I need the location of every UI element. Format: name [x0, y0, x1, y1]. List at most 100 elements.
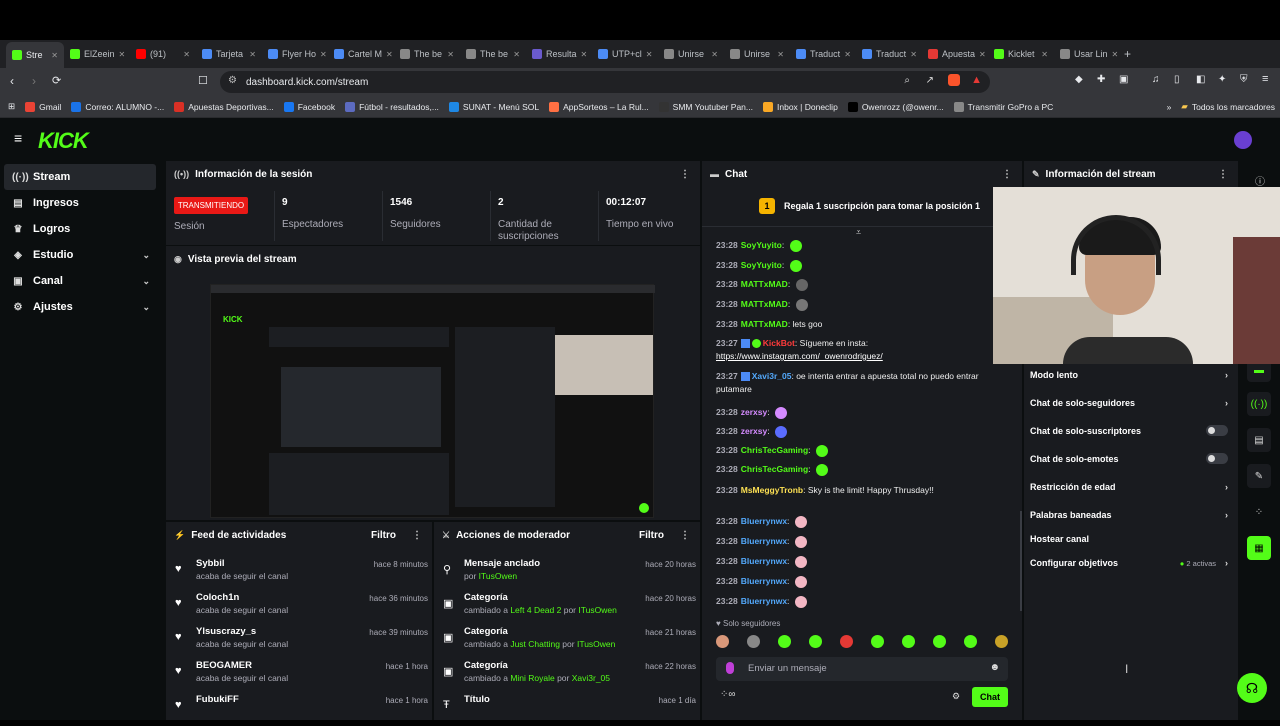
tab-close-icon[interactable]: ✕	[320, 50, 327, 59]
setting-row[interactable]: Chat de solo-emotes	[1030, 453, 1228, 464]
back-icon[interactable]: ‹	[10, 74, 14, 88]
sidebar-item-ajustes[interactable]: ⚙ Ajustes ⌄	[0, 294, 160, 320]
puzzle-icon[interactable]: ✚	[1097, 74, 1105, 85]
browser-tab[interactable]: Stre ✕	[6, 42, 64, 68]
tab-close-icon[interactable]: ✕	[51, 51, 58, 60]
tab-close-icon[interactable]: ✕	[711, 50, 718, 59]
emote-icon[interactable]	[716, 635, 729, 648]
tab-close-icon[interactable]: ✕	[447, 50, 454, 59]
emoji-icon[interactable]: ☻	[989, 662, 1000, 673]
modaction-user[interactable]: ITusOwen	[578, 605, 616, 615]
sidebar-item-ingresos[interactable]: ▤ Ingresos	[0, 190, 160, 216]
tab-close-icon[interactable]: ✕	[979, 50, 986, 59]
feed-filter-button[interactable]: Filtro	[371, 530, 396, 541]
bookmark-item[interactable]: SMM Youtuber Pan...	[654, 101, 758, 112]
chat-username[interactable]: ChrisTecGaming	[741, 464, 808, 474]
sidebar-item-logros[interactable]: ♛ Logros	[0, 216, 160, 242]
chat-username[interactable]: Bluerrynwx	[741, 536, 787, 546]
browser-tab[interactable]: Flyer Ho ✕	[262, 42, 328, 66]
chat-username[interactable]: KickBot	[763, 338, 795, 348]
mic-icon[interactable]	[726, 662, 734, 674]
apps-icon[interactable]: ⊞	[0, 101, 20, 112]
hamburger-icon[interactable]: ≡	[14, 130, 22, 146]
share-icon[interactable]: ↗	[926, 75, 934, 86]
site-info-icon[interactable]: ⚙	[228, 75, 237, 86]
tab-close-icon[interactable]: ✕	[249, 50, 256, 59]
modaction-target[interactable]: Mini Royale	[510, 673, 554, 683]
bookmark-item[interactable]: Apuestas Deportivas...	[169, 101, 279, 112]
rail-users-icon[interactable]: ⁘	[1247, 500, 1271, 524]
browser-tab[interactable]: Traduct ✕	[856, 42, 922, 66]
bookmark-item[interactable]: Owenrozz (@owenr...	[843, 101, 949, 112]
screenshot-icon[interactable]: ▣	[1119, 74, 1128, 85]
setting-row[interactable]: Chat de solo-seguidores ›	[1030, 398, 1228, 408]
new-tab-icon[interactable]: +	[1124, 47, 1131, 61]
setting-row[interactable]: Modo lento ›	[1030, 370, 1228, 380]
wallet-icon[interactable]: ◧	[1196, 74, 1205, 85]
tab-close-icon[interactable]: ✕	[1041, 50, 1048, 59]
browser-tab[interactable]: The be ✕	[394, 42, 460, 66]
url-field[interactable]: ⚙ dashboard.kick.com/stream ⌕ ↗ ▲	[220, 71, 990, 93]
browser-tab[interactable]: Apuesta ✕	[922, 42, 988, 66]
modaction-item[interactable]: Ŧ Título hace 1 día	[440, 692, 696, 726]
chat-username[interactable]: SoyYuyito	[741, 240, 782, 250]
browser-tab[interactable]: Cartel M ✕	[328, 42, 394, 66]
chat-username[interactable]: Bluerrynwx	[741, 516, 787, 526]
brave-shield-icon[interactable]	[948, 74, 960, 86]
modaction-user[interactable]: ITusOwen	[577, 639, 615, 649]
bookmark-item[interactable]: Facebook	[279, 101, 340, 112]
rail-broadcast-icon[interactable]: ((·))	[1247, 392, 1271, 416]
bookmark-item[interactable]: Correo: ALUMNO -...	[66, 101, 169, 112]
browser-tab[interactable]: Traduct ✕	[790, 42, 856, 66]
tab-close-icon[interactable]: ✕	[513, 50, 520, 59]
sidebar-icon[interactable]: ▯	[1174, 74, 1180, 85]
tab-close-icon[interactable]: ✕	[777, 50, 784, 59]
send-chat-button[interactable]: Chat	[972, 687, 1008, 707]
browser-tab[interactable]: Usar Lin ✕	[1054, 42, 1120, 66]
sidebar-item-canal[interactable]: ▣ Canal ⌄	[0, 268, 160, 294]
setting-row[interactable]: Chat de solo-suscriptores	[1030, 425, 1228, 436]
extension-icon[interactable]: ◆	[1075, 74, 1083, 85]
chat-username[interactable]: Bluerrynwx	[741, 596, 787, 606]
browser-tab[interactable]: Unirse ✕	[724, 42, 790, 66]
feed-item[interactable]: ♥ Sybbil acaba de seguir el canal hace 8 mi…	[172, 556, 428, 590]
zoom-icon[interactable]: ⌕	[904, 75, 910, 86]
modaction-item[interactable]: ▣ Categoría cambiado a Just Chatting por I…	[440, 624, 696, 658]
streaminfo-more-icon[interactable]: ⋮	[1218, 169, 1228, 180]
modaction-target[interactable]: Left 4 Dead 2	[510, 605, 561, 615]
tab-close-icon[interactable]: ✕	[183, 50, 190, 59]
ai-icon[interactable]: ✦	[1218, 74, 1226, 85]
tab-close-icon[interactable]: ✕	[844, 50, 851, 59]
chat-link[interactable]: https://www.instagram.com/_owenrodriguez…	[716, 351, 883, 361]
bookmark-item[interactable]: SUNAT - Menú SOL	[444, 101, 544, 112]
browser-tab[interactable]: (91) ✕	[130, 42, 196, 66]
modactions-filter-button[interactable]: Filtro	[639, 530, 664, 541]
chat-username[interactable]: ChrisTecGaming	[741, 445, 808, 455]
emote-icon[interactable]	[840, 635, 853, 648]
tab-close-icon[interactable]: ✕	[581, 50, 588, 59]
chat-username[interactable]: zerxsy	[741, 407, 767, 417]
chat-username[interactable]: Xavi3r_05	[752, 371, 792, 381]
setting-row[interactable]: Palabras baneadas ›	[1030, 510, 1228, 520]
emote-icon[interactable]	[964, 635, 977, 648]
chat-more-icon[interactable]: ⋮	[1002, 169, 1012, 180]
rail-wrench-icon[interactable]: ✎	[1247, 464, 1271, 488]
browser-tab[interactable]: ElZeein ✕	[64, 42, 130, 66]
chat-input[interactable]: Enviar un mensaje ☻	[716, 657, 1008, 681]
browser-tab[interactable]: Kicklet ✕	[988, 42, 1054, 66]
support-icon[interactable]: ☊	[1237, 673, 1267, 703]
modaction-user[interactable]: Xavi3r_05	[572, 673, 610, 683]
browser-tab[interactable]: Tarjeta ✕	[196, 42, 262, 66]
chat-username[interactable]: MATTxMAD	[741, 299, 788, 309]
emote-icon[interactable]	[871, 635, 884, 648]
setting-toggle[interactable]	[1206, 425, 1228, 436]
emote-icon[interactable]	[809, 635, 822, 648]
emote-icon[interactable]	[995, 635, 1008, 648]
feed-item[interactable]: ♥ FubukiFF hace 1 hora	[172, 692, 428, 726]
pinned-gift-banner[interactable]: 1 Regala 1 suscripción para tomar la pos…	[702, 187, 1022, 227]
more-bookmarks-icon[interactable]: »	[1162, 102, 1177, 112]
tab-close-icon[interactable]: ✕	[386, 50, 393, 59]
modaction-item[interactable]: ⚲ Mensaje anclado por ITusOwen hace 20 hora…	[440, 556, 696, 590]
setting-row[interactable]: Hostear canal	[1030, 534, 1228, 544]
modactions-more-icon[interactable]: ⋮	[680, 530, 690, 541]
